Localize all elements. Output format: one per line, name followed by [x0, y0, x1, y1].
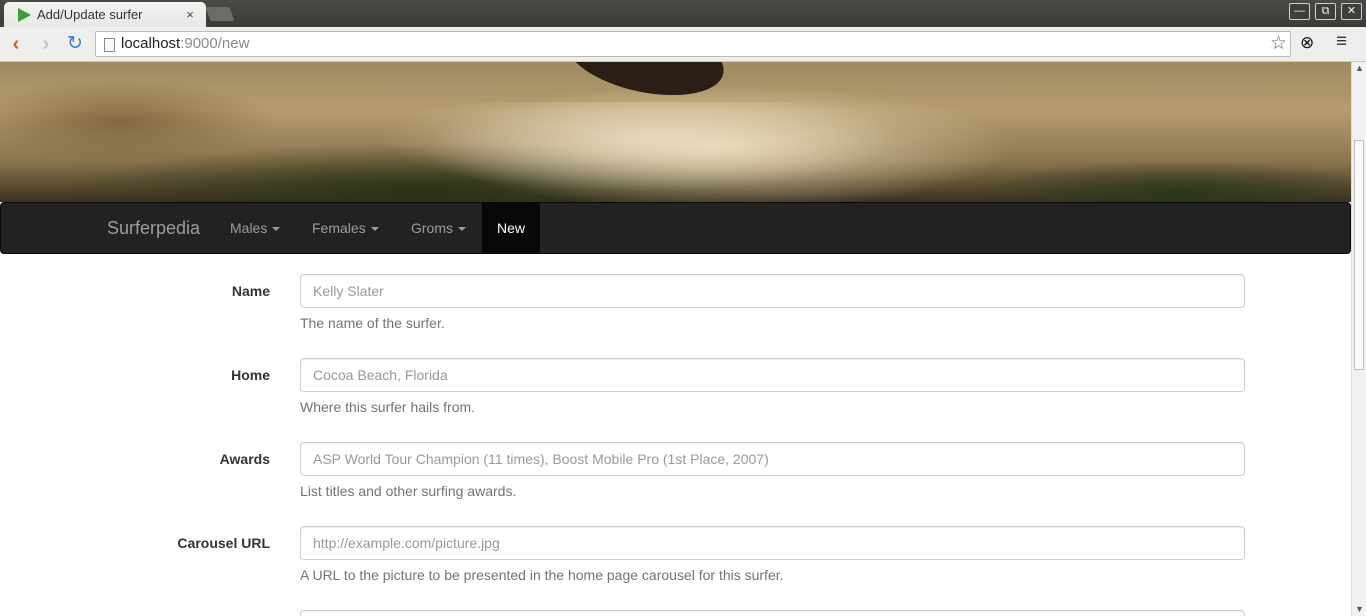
nav-groms-label: Groms [411, 220, 453, 236]
next-field-input[interactable] [300, 610, 1245, 616]
page-icon [104, 38, 115, 52]
nav-males-dropdown[interactable]: Males [215, 203, 295, 253]
page-scrollbar[interactable]: ▲ ▼ [1351, 62, 1366, 616]
bookmark-star-icon[interactable]: ☆ [1270, 32, 1287, 56]
caret-down-icon [272, 227, 281, 232]
home-input[interactable] [300, 358, 1245, 392]
url-path: :9000/new [180, 35, 250, 52]
url-host: localhost [121, 35, 181, 52]
browser-tab[interactable]: Add/Update surfer × [4, 2, 206, 27]
nav-new-label: New [497, 220, 526, 236]
surfboard [559, 62, 731, 108]
name-help-text: The name of the surfer. [300, 315, 445, 331]
carousel-url-input[interactable] [300, 526, 1245, 560]
navbar-brand[interactable]: Surferpedia [107, 203, 200, 253]
scroll-down-arrow-icon[interactable]: ▼ [1355, 604, 1364, 614]
hero-surf-image [0, 62, 1351, 202]
caret-down-icon [370, 227, 379, 232]
awards-label: Awards [219, 451, 270, 467]
tab-title: Add/Update surfer [37, 7, 143, 22]
menu-icon[interactable]: ≡ [1336, 31, 1347, 53]
home-help-text: Where this surfer hails from. [300, 399, 476, 415]
url-text: localhost:9000/new [121, 32, 249, 56]
main-navbar: Surferpedia Males Females Groms New [0, 202, 1351, 254]
nav-females-label: Females [312, 220, 366, 236]
awards-input[interactable] [300, 442, 1245, 476]
caret-down-icon [458, 227, 466, 232]
scroll-thumb[interactable] [1354, 140, 1364, 370]
nav-males-label: Males [230, 220, 268, 236]
nav-females-dropdown[interactable]: Females [297, 203, 394, 253]
forward-button[interactable]: › [34, 32, 58, 56]
name-label: Name [231, 283, 270, 299]
wave-spray [380, 102, 900, 192]
browser-toolbar: ‹ › ↻ localhost:9000/new ☆ ⊗ ≡ [0, 27, 1366, 62]
home-label: Home [231, 367, 270, 383]
carousel-url-label: Carousel URL [177, 535, 270, 551]
awards-help-text: List titles and other surfing awards. [300, 483, 517, 499]
restore-window-button[interactable]: ⧉ [1315, 3, 1336, 20]
minimize-window-button[interactable]: — [1289, 3, 1310, 20]
nav-groms-dropdown[interactable]: Groms [396, 203, 481, 253]
page-viewport: Surferpedia Males Females Groms New Name… [0, 62, 1351, 616]
back-button[interactable]: ‹ [4, 32, 28, 56]
address-bar[interactable]: localhost:9000/new ☆ [95, 31, 1291, 57]
close-window-button[interactable]: ✕ [1341, 3, 1362, 20]
reload-button[interactable]: ↻ [63, 32, 87, 56]
close-tab-icon[interactable]: × [182, 7, 198, 22]
carousel-url-help-text: A URL to the picture to be presented in … [300, 567, 784, 583]
new-tab-button[interactable] [205, 7, 235, 21]
name-input[interactable] [300, 274, 1245, 308]
extension-icon[interactable]: ⊗ [1300, 33, 1314, 53]
scroll-up-arrow-icon[interactable]: ▲ [1355, 63, 1364, 73]
nav-new-link[interactable]: New [482, 203, 541, 253]
play-icon [18, 7, 31, 22]
browser-titlebar: Add/Update surfer × — ⧉ ✕ [0, 0, 1366, 27]
